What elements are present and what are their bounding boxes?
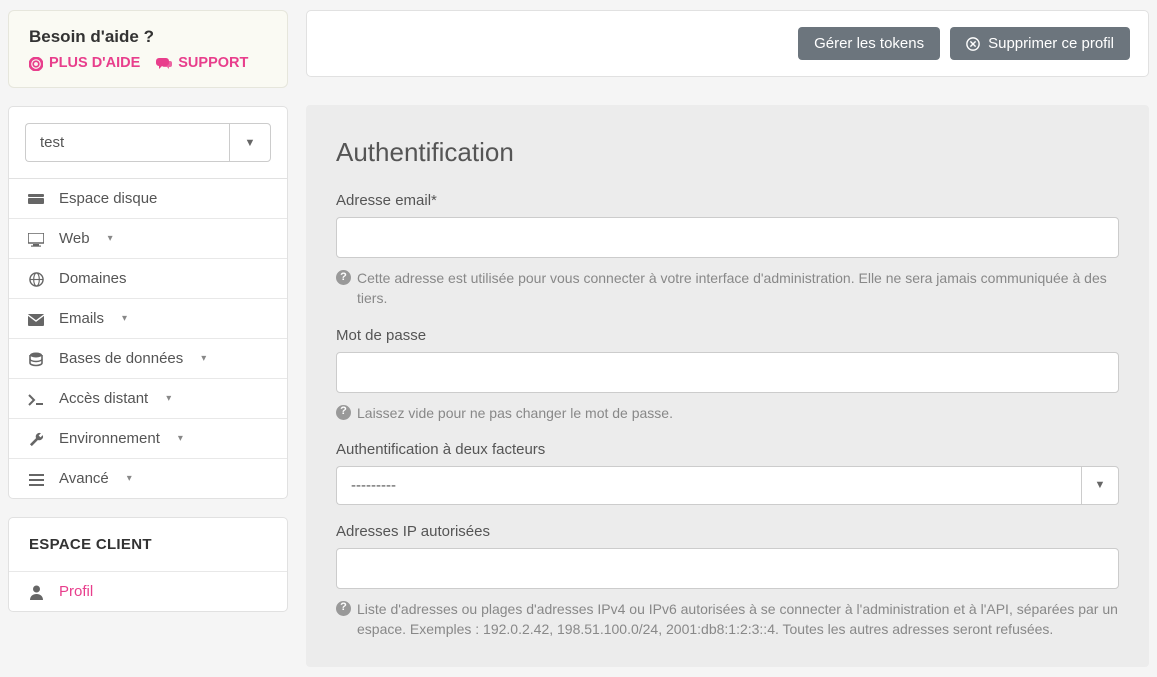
email-field[interactable]	[336, 217, 1119, 258]
chevron-down-icon: ▼	[229, 123, 271, 162]
twofa-label: Authentification à deux facteurs	[336, 441, 1119, 458]
caret-down-icon: ▾	[178, 433, 183, 444]
caret-down-icon: ▾	[122, 313, 127, 324]
email-group: Adresse email* ? Cette adresse est utili…	[336, 192, 1119, 309]
auth-section: Authentification Adresse email* ? Cette …	[306, 105, 1149, 667]
client-panel: ESPACE CLIENT Profil	[8, 517, 288, 612]
email-label: Adresse email*	[336, 192, 1119, 209]
sidebar-item-advanced[interactable]: Avancé ▾	[9, 458, 287, 498]
sidebar-item-environment[interactable]: Environnement ▾	[9, 418, 287, 458]
drive-icon	[27, 191, 45, 207]
twofa-select[interactable]: --------- ▼	[336, 466, 1119, 505]
bars-icon	[27, 471, 45, 487]
email-help: Cette adresse est utilisée pour vous con…	[357, 268, 1119, 309]
account-panel: test ▼ Espace disque Web ▾ Domaines Emai…	[8, 106, 288, 499]
caret-down-icon: ▾	[127, 473, 132, 484]
password-group: Mot de passe ? Laissez vide pour ne pas …	[336, 327, 1119, 423]
password-label: Mot de passe	[336, 327, 1119, 344]
sidebar-item-emails[interactable]: Emails ▾	[9, 298, 287, 338]
password-help: Laissez vide pour ne pas changer le mot …	[357, 403, 673, 423]
wrench-icon	[27, 430, 45, 447]
client-title: ESPACE CLIENT	[9, 518, 287, 572]
sidebar-item-web[interactable]: Web ▾	[9, 218, 287, 258]
envelope-icon	[27, 311, 45, 327]
client-item-profil[interactable]: Profil	[9, 572, 287, 611]
caret-down-icon: ▾	[166, 393, 171, 404]
help-icon: ?	[336, 270, 351, 285]
lifebuoy-icon	[29, 55, 43, 71]
ips-label: Adresses IP autorisées	[336, 523, 1119, 540]
twofa-group: Authentification à deux facteurs -------…	[336, 441, 1119, 505]
terminal-icon	[27, 391, 45, 407]
help-icon: ?	[336, 405, 351, 420]
section-title: Authentification	[336, 137, 1119, 168]
account-selector-value: test	[25, 123, 229, 162]
help-title: Besoin d'aide ?	[29, 27, 267, 47]
chevron-down-icon: ▼	[1081, 466, 1119, 505]
topbar: Gérer les tokens Supprimer ce profil	[306, 10, 1149, 77]
ips-group: Adresses IP autorisées ? Liste d'adresse…	[336, 523, 1119, 640]
sidebar-item-databases[interactable]: Bases de données ▾	[9, 338, 287, 378]
sidebar: Besoin d'aide ? PLUS D'AIDE SUPPORT test…	[8, 10, 288, 667]
ips-help: Liste d'adresses ou plages d'adresses IP…	[357, 599, 1119, 640]
twofa-selected: ---------	[336, 466, 1081, 505]
database-icon	[27, 350, 45, 367]
help-icon: ?	[336, 601, 351, 616]
password-field[interactable]	[336, 352, 1119, 393]
manage-tokens-button[interactable]: Gérer les tokens	[798, 27, 940, 60]
help-panel: Besoin d'aide ? PLUS D'AIDE SUPPORT	[8, 10, 288, 88]
caret-down-icon: ▾	[201, 353, 206, 364]
display-icon	[27, 230, 45, 246]
sidebar-item-remote[interactable]: Accès distant ▾	[9, 378, 287, 418]
sidebar-item-domains[interactable]: Domaines	[9, 258, 287, 298]
chat-icon	[156, 55, 172, 71]
delete-profile-button[interactable]: Supprimer ce profil	[950, 27, 1130, 60]
main: Gérer les tokens Supprimer ce profil Aut…	[306, 10, 1149, 667]
account-selector[interactable]: test ▼	[25, 123, 271, 162]
help-support-link[interactable]: SUPPORT	[156, 55, 248, 71]
ips-field[interactable]	[336, 548, 1119, 589]
help-more-link[interactable]: PLUS D'AIDE	[29, 55, 140, 71]
user-icon	[27, 583, 45, 600]
delete-icon	[966, 36, 980, 52]
sidebar-item-disk[interactable]: Espace disque	[9, 179, 287, 218]
caret-down-icon: ▾	[108, 233, 113, 244]
globe-icon	[27, 270, 45, 287]
